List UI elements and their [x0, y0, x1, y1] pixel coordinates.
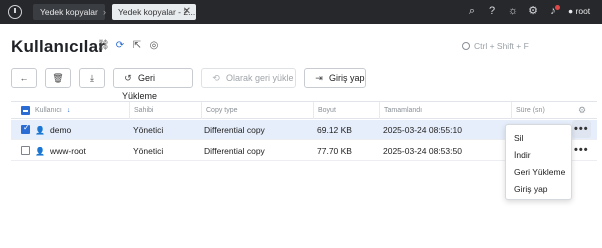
back-arrow-icon: ←: [19, 73, 29, 83]
sync-icon[interactable]: ⟳: [114, 40, 126, 52]
restore-button[interactable]: ↺ Geri Yükleme: [113, 68, 193, 101]
column-header-copy-type[interactable]: Copy type: [201, 102, 313, 119]
cell-user: 👤 demo: [35, 120, 71, 140]
restore-as-button[interactable]: ⟲ Olarak geri yükle: [201, 68, 296, 88]
table-header: Kullanıcı ↓ Sahibi Copy type Boyut Tamam…: [11, 101, 597, 119]
globe-icon[interactable]: ◎: [148, 40, 160, 52]
page-title: Kullanıcılar: [11, 37, 106, 56]
column-header-size[interactable]: Boyut: [313, 102, 379, 119]
top-bar: Yedek kopyalar › Yedek kopyalar - 2... ✕…: [0, 0, 602, 24]
user-icon: 👤: [35, 147, 45, 156]
cell-owner: Yönetici: [133, 146, 164, 156]
user-name: www-root: [50, 146, 86, 156]
row-more-button[interactable]: •••: [572, 120, 591, 138]
link-icon[interactable]: ⛓: [97, 40, 110, 52]
row-context-menu: Sil İndir Geri Yükleme Giriş yap: [505, 124, 572, 200]
menu-item-delete[interactable]: Sil: [514, 131, 523, 145]
row-checkbox[interactable]: [21, 123, 30, 134]
breadcrumb-separator: ›: [103, 7, 106, 17]
menu-item-restore[interactable]: Geri Yükleme: [514, 165, 565, 179]
cell-user: 👤 www-root: [35, 141, 86, 161]
login-button[interactable]: ⇥ Giriş yap: [304, 68, 366, 88]
download-button[interactable]: ⤓: [79, 68, 105, 88]
menu-item-login[interactable]: Giriş yap: [514, 182, 548, 196]
row-more-button[interactable]: •••: [574, 141, 589, 159]
login-icon: ⇥: [315, 73, 323, 83]
user-icon: ●: [568, 6, 574, 16]
restore-as-label: Olarak geri yükle: [226, 73, 294, 83]
back-button[interactable]: ←: [11, 68, 37, 88]
breadcrumb-current-tab[interactable]: Yedek kopyalar - 2... ✕: [112, 4, 196, 20]
cell-copy-type: Differential copy: [204, 125, 265, 135]
column-user-label: Kullanıcı: [35, 107, 62, 114]
cell-completed: 2025-03-24 08:55:10: [383, 125, 462, 135]
column-header-duration[interactable]: Süre (sn): [511, 102, 581, 119]
restore-icon: ↺: [124, 73, 132, 83]
app-logo-icon[interactable]: [8, 5, 22, 19]
close-tab-icon[interactable]: ✕: [183, 4, 191, 20]
column-settings-icon[interactable]: ⚙: [578, 105, 586, 116]
user-icon: 👤: [35, 126, 45, 135]
column-header-completed[interactable]: Tamamlandı: [379, 102, 511, 119]
settings-icon[interactable]: ⚙: [527, 5, 539, 17]
select-all-checkbox[interactable]: [21, 106, 30, 115]
download-icon: ⤓: [90, 73, 94, 83]
cell-completed: 2025-03-24 08:53:50: [383, 146, 462, 156]
cell-owner: Yönetici: [133, 125, 164, 135]
notification-badge: [555, 5, 560, 10]
restore-as-icon: ⟲: [212, 73, 220, 83]
menu-item-download[interactable]: İndir: [514, 148, 531, 162]
cell-size: 77.70 KB: [317, 146, 352, 156]
search-input[interactable]: Ctrl + Shift + F: [460, 38, 592, 54]
delete-button[interactable]: 🗑: [45, 68, 71, 88]
column-header-owner[interactable]: Sahibi: [129, 102, 201, 119]
login-label: Giriş yap: [329, 73, 365, 83]
export-icon[interactable]: ⇱: [131, 40, 143, 52]
row-checkbox[interactable]: [21, 146, 30, 155]
user-name: demo: [50, 125, 72, 135]
search-icon[interactable]: ⌕: [466, 5, 478, 17]
help-icon[interactable]: ?: [486, 5, 498, 17]
cell-size: 69.12 KB: [317, 125, 352, 135]
sort-icon: ↓: [66, 107, 71, 114]
theme-icon[interactable]: ☼: [507, 5, 519, 17]
breadcrumb-backups[interactable]: Yedek kopyalar: [33, 4, 105, 20]
trash-icon: 🗑: [52, 73, 64, 83]
user-name: root: [575, 6, 591, 16]
cell-copy-type: Differential copy: [204, 146, 265, 156]
user-menu[interactable]: ● root: [568, 5, 590, 18]
column-header-user[interactable]: Kullanıcı ↓: [31, 102, 129, 119]
